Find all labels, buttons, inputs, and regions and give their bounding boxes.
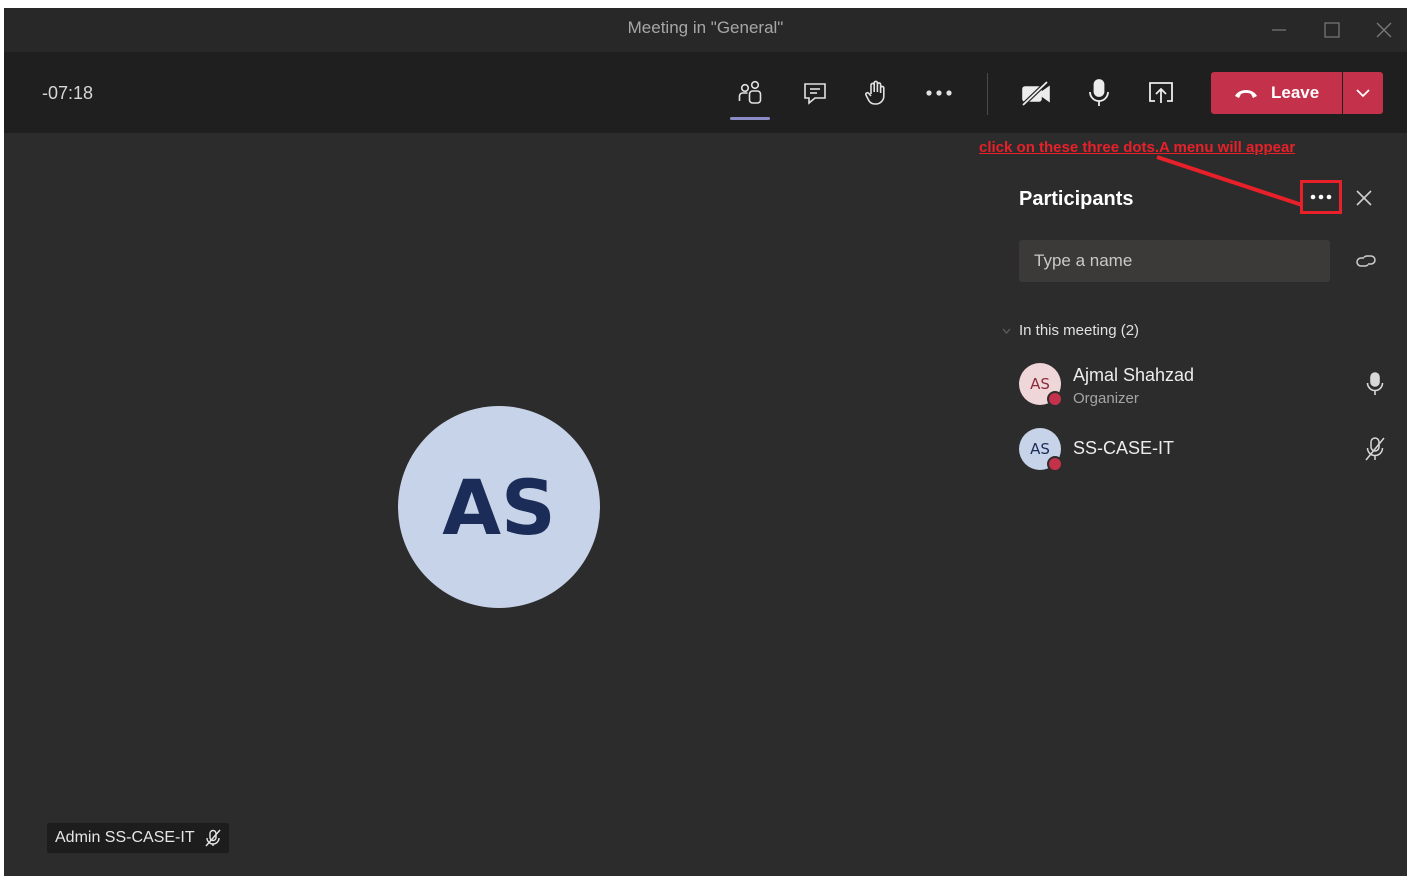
participants-more-options-icon[interactable] [1300,180,1342,214]
meeting-stage: AS Admin SS-CASE-IT click on these three… [4,133,1407,876]
title-bar: Meeting in "General" [4,8,1407,53]
participant-row[interactable]: AS Ajmal Shahzad Organizer [1019,363,1389,413]
participant-search-input[interactable] [1019,240,1330,282]
self-name-label: Admin SS-CASE-IT [55,829,195,846]
window-title: Meeting in "General" [627,18,784,37]
leave-button[interactable]: Leave [1211,72,1342,114]
microphone-icon [1364,371,1386,397]
hang-up-icon [1235,90,1257,98]
microphone-off-icon [1364,436,1386,462]
meeting-window: Meeting in "General" -07:18 Leave AS Adm… [4,8,1407,876]
maximize-icon[interactable] [1315,15,1349,45]
raise-hand-icon[interactable] [856,73,896,113]
chat-icon[interactable] [795,73,835,113]
close-panel-icon[interactable] [1353,187,1375,209]
copy-invite-link-icon[interactable] [1354,251,1378,271]
leave-options-chevron-icon[interactable] [1343,72,1383,114]
minimize-icon[interactable] [1262,15,1296,45]
in-meeting-section-header[interactable]: In this meeting (2) [1002,322,1139,339]
microphone-icon[interactable] [1079,73,1119,113]
participant-row[interactable]: AS SS-CASE-IT [1019,428,1389,478]
section-label: In this meeting (2) [1019,322,1140,339]
chevron-down-icon [1002,328,1011,334]
people-icon[interactable] [730,73,770,120]
meeting-timer: -07:18 [42,83,94,103]
share-screen-icon[interactable] [1141,73,1181,113]
presence-busy-icon [1047,456,1063,472]
annotation-arrow [1156,155,1303,207]
microphone-off-icon [205,829,221,847]
participant-role: Organizer [1073,390,1139,407]
toolbar-divider [987,73,988,115]
participant-name: SS-CASE-IT [1073,438,1175,458]
leave-label: Leave [1271,83,1320,102]
meeting-toolbar: -07:18 Leave [4,53,1407,133]
close-window-icon[interactable] [1367,15,1401,45]
presence-busy-icon [1047,391,1063,407]
participant-name: Ajmal Shahzad [1073,365,1195,385]
participants-title: Participants [1019,188,1134,210]
camera-off-icon[interactable] [1016,73,1056,113]
participant-video-avatar: AS [398,406,600,608]
self-name-tag: Admin SS-CASE-IT [47,823,229,853]
more-options-icon[interactable] [919,73,959,113]
